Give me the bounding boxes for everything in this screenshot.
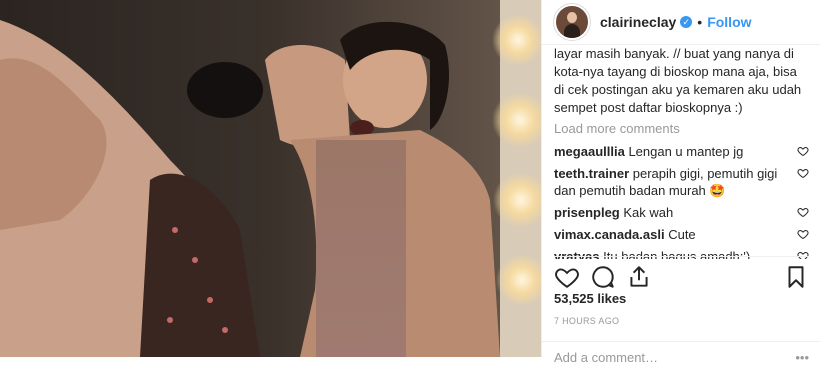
comment-text: Kak wah xyxy=(623,205,674,220)
add-comment-bar[interactable]: Add a comment… ••• xyxy=(542,341,820,365)
photo-image xyxy=(0,0,541,357)
post-username[interactable]: clairineclay xyxy=(600,14,676,30)
load-more-comments-button[interactable]: Load more comments xyxy=(554,121,809,136)
bookmark-icon[interactable] xyxy=(783,264,809,290)
heart-icon[interactable] xyxy=(554,264,580,290)
comment-icon[interactable] xyxy=(590,264,616,290)
comment-username[interactable]: prisenpleg xyxy=(554,205,620,220)
comment-like-heart-icon[interactable] xyxy=(797,228,809,240)
comment-like-heart-icon[interactable] xyxy=(797,167,809,179)
avatar[interactable] xyxy=(554,4,590,40)
comment-item: megaaulllia Lengan u mantep jg xyxy=(554,143,809,160)
comment-like-heart-icon[interactable] xyxy=(797,206,809,218)
verified-badge-icon: ✓ xyxy=(680,16,693,28)
comments-list[interactable]: layar masih banyak. // buat yang nanya d… xyxy=(542,45,820,259)
post-header: clairineclay ✓ • Follow xyxy=(542,0,820,45)
more-options-icon[interactable]: ••• xyxy=(795,350,809,365)
caption-text: layar masih banyak. // buat yang nanya d… xyxy=(554,46,802,115)
comment-item: vimax.canada.asli Cute xyxy=(554,226,809,243)
share-icon[interactable] xyxy=(626,264,652,290)
comment-item: teeth.trainer perapih gigi, pemutih gigi… xyxy=(554,165,809,199)
comment-username[interactable]: megaaulllia xyxy=(554,144,625,159)
post-actions xyxy=(554,256,809,293)
comment-like-heart-icon[interactable] xyxy=(797,145,809,157)
comment-username[interactable]: teeth.trainer xyxy=(554,166,629,181)
comment-text: Lengan u mantep jg xyxy=(628,144,744,159)
post-timestamp[interactable]: 7 HOURS AGO xyxy=(554,316,619,326)
comment-username[interactable]: vimax.canada.asli xyxy=(554,227,665,242)
likes-count[interactable]: 53,525 likes xyxy=(554,291,626,306)
comment-text: Cute xyxy=(668,227,696,242)
post-photo[interactable] xyxy=(0,0,541,357)
add-comment-input[interactable]: Add a comment… xyxy=(554,350,658,365)
comments-panel: clairineclay ✓ • Follow layar masih bany… xyxy=(541,0,820,365)
follow-button[interactable]: Follow xyxy=(707,14,751,30)
header-separator: • xyxy=(697,14,703,30)
comment-item: prisenpleg Kak wah xyxy=(554,204,809,221)
